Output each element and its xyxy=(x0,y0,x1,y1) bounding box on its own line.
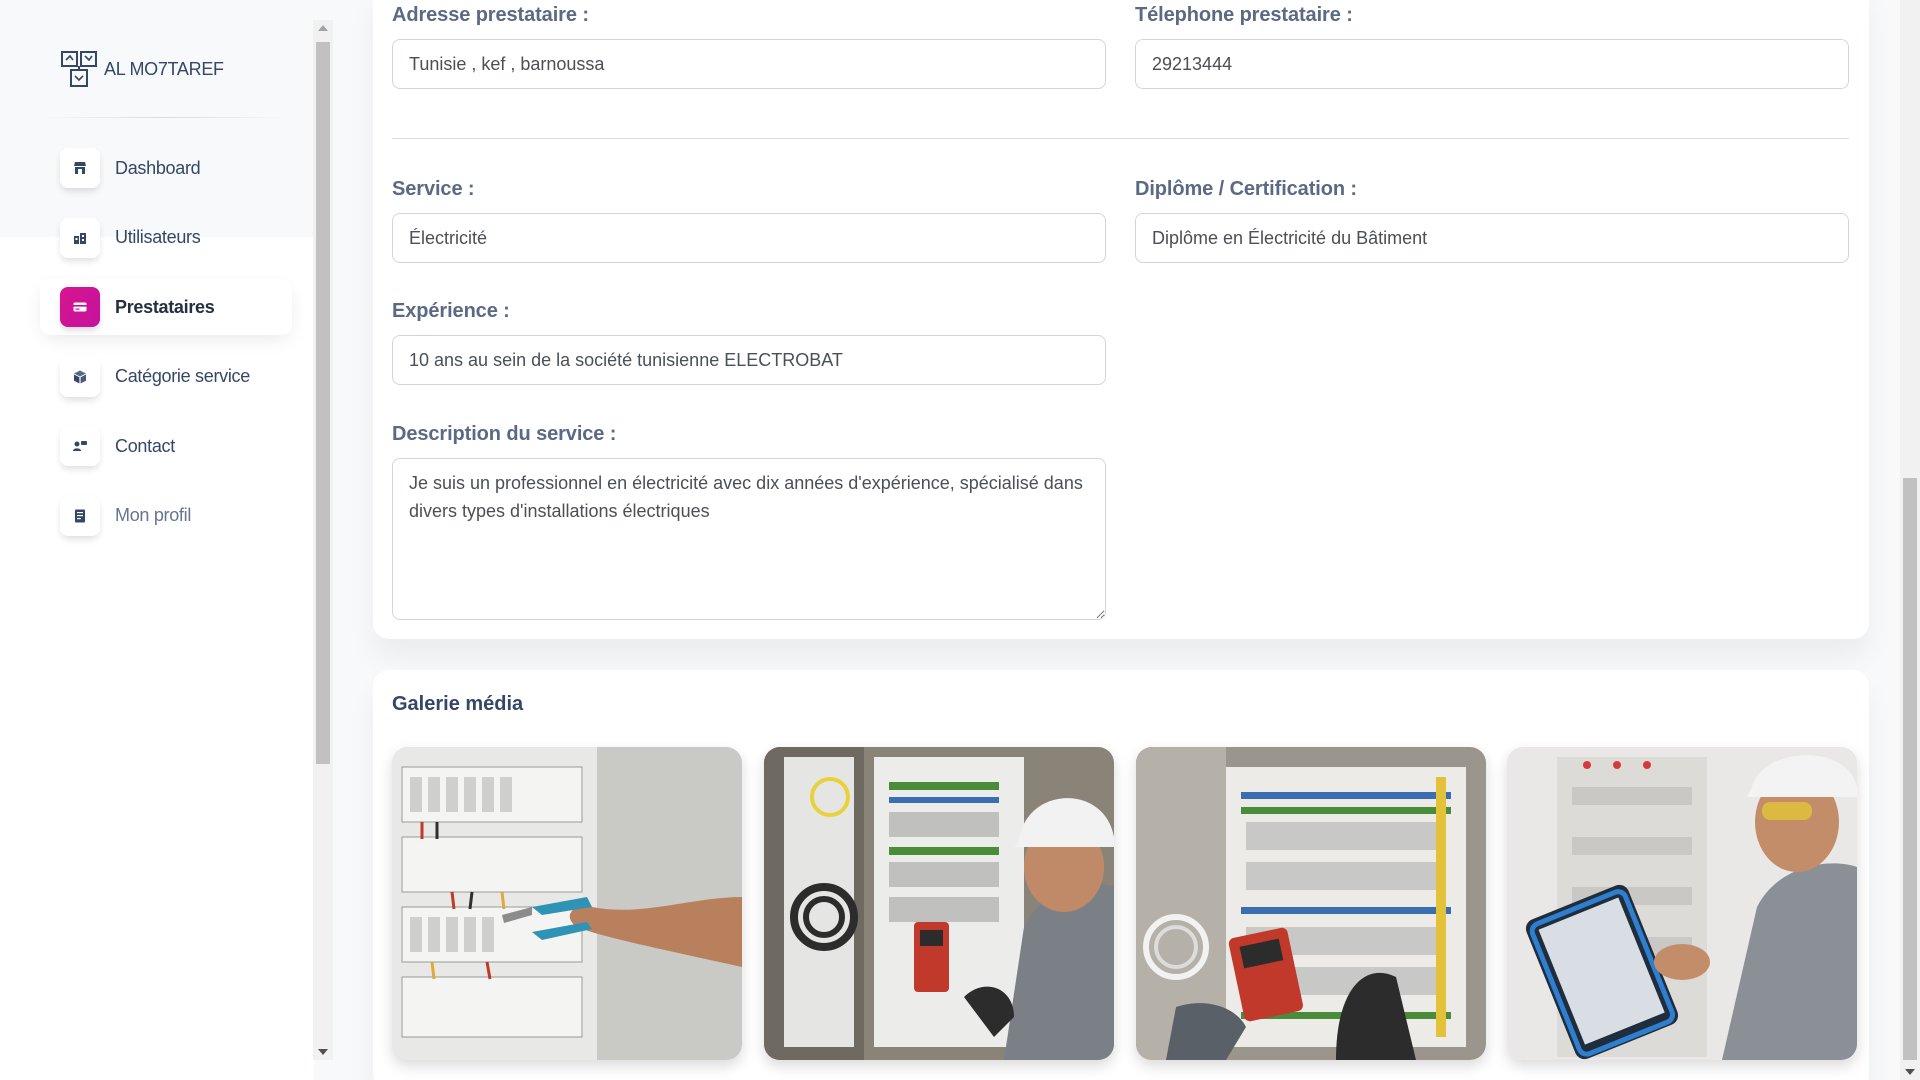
diplome-input[interactable] xyxy=(1135,213,1849,263)
adresse-input[interactable] xyxy=(392,39,1106,89)
gallery-image-electrician-helmet-multimeter[interactable] xyxy=(764,747,1114,1060)
sidebar-item-label: Mon profil xyxy=(115,505,192,525)
service-label: Service : xyxy=(392,178,475,200)
telephone-label: Télephone prestataire : xyxy=(1135,4,1353,26)
sidebar-item-utilisateurs[interactable]: Utilisateurs xyxy=(40,210,292,266)
sidebar-item-label: Utilisateurs xyxy=(115,227,201,247)
box-icon xyxy=(60,356,100,397)
sidebar-item-prestataires[interactable]: Prestataires xyxy=(40,279,292,335)
scrollbar-thumb[interactable] xyxy=(316,42,330,764)
description-textarea[interactable]: Je suis un professionnel en électricité … xyxy=(392,458,1106,620)
diplome-label: Diplôme / Certification : xyxy=(1135,178,1357,200)
user-chat-icon xyxy=(60,426,100,466)
sidebar-item-mon-profil[interactable]: Mon profil xyxy=(40,488,292,544)
office-icon xyxy=(60,217,100,258)
description-label: Description du service : xyxy=(392,423,617,445)
page-scrollbar[interactable] xyxy=(1900,0,1920,1080)
sidebar-item-label: Contact xyxy=(115,435,175,456)
gallery-image-electrician-tablet[interactable] xyxy=(1507,747,1857,1060)
sidebar-item-dashboard[interactable]: Dashboard xyxy=(40,140,292,196)
brand-logo-icon xyxy=(61,51,97,87)
credit-card-icon xyxy=(60,287,100,327)
brand[interactable]: AL MO7TAREF xyxy=(60,50,224,88)
sidebar-divider xyxy=(40,117,290,118)
service-input[interactable] xyxy=(392,213,1106,263)
section-divider xyxy=(392,138,1849,139)
experience-input[interactable] xyxy=(392,335,1106,385)
sidebar-item-contact[interactable]: Contact xyxy=(40,418,292,474)
scroll-down-arrow-icon[interactable] xyxy=(1905,1069,1915,1075)
scrollbar-thumb[interactable] xyxy=(1903,478,1917,1060)
experience-label: Expérience : xyxy=(392,300,510,322)
sidebar-item-label: Catégorie service xyxy=(115,366,250,386)
sidebar-nav: Dashboard Utilisateurs Prestataires Caté… xyxy=(40,140,292,557)
scroll-up-arrow-icon[interactable] xyxy=(318,25,328,31)
shop-icon xyxy=(60,148,100,188)
gallery-image-electrical-panel-pliers[interactable] xyxy=(392,747,742,1060)
adresse-label: Adresse prestataire : xyxy=(392,4,589,26)
sidebar-item-label: Prestataires xyxy=(115,296,215,317)
sidebar-item-label: Dashboard xyxy=(115,157,201,178)
gallery-title: Galerie média xyxy=(392,693,524,715)
sidebar-scrollbar[interactable] xyxy=(313,20,333,1060)
scroll-down-arrow-icon[interactable] xyxy=(318,1049,328,1055)
gallery-image-panel-multimeter-gloves[interactable] xyxy=(1136,747,1486,1060)
document-icon xyxy=(60,495,100,536)
brand-name: AL MO7TAREF xyxy=(104,58,224,79)
sidebar-item-categorie-service[interactable]: Catégorie service xyxy=(40,349,292,405)
sidebar: AL MO7TAREF Dashboard Utilisateurs Prest… xyxy=(0,0,314,1080)
telephone-input[interactable] xyxy=(1135,39,1849,89)
